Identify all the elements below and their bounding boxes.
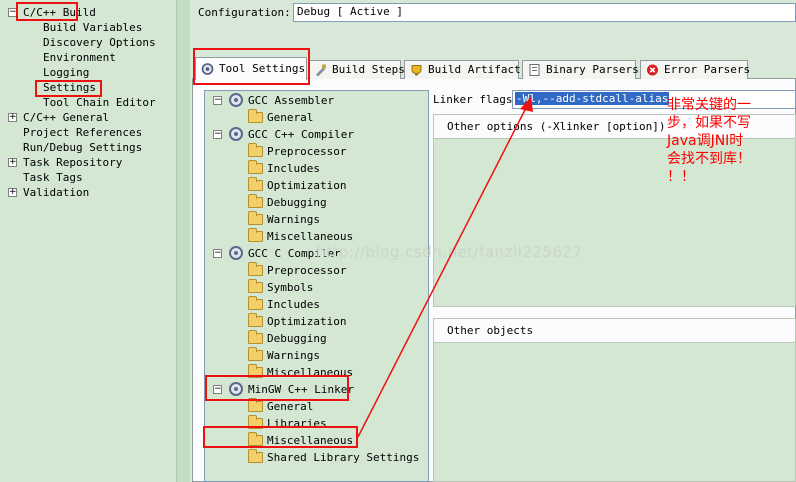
property-tree: − C/C++ Build Build Variables Discovery … (0, 0, 176, 482)
tool-option-miscellaneous[interactable]: Miscellaneous (267, 229, 353, 244)
panel-splitter[interactable] (176, 0, 190, 482)
tree-item-task-tags[interactable]: Task Tags (23, 170, 83, 185)
highlight-box-tool-settings (193, 48, 310, 85)
folder-icon (248, 194, 263, 208)
folder-icon (248, 228, 263, 242)
folder-icon (248, 109, 263, 123)
linker-flags-value: -Wl,--add-stdcall-alias (515, 92, 670, 105)
collapse-toggle-icon[interactable]: − (213, 130, 222, 139)
other-objects-group: Other objects (433, 318, 796, 482)
tree-item-run-debug-settings[interactable]: Run/Debug Settings (23, 140, 142, 155)
folder-icon (248, 262, 263, 276)
folder-icon (248, 177, 263, 191)
highlight-box-mingw-linker (205, 375, 349, 401)
other-objects-label: Other objects (434, 319, 795, 343)
linker-flags-label: Linker flags (433, 93, 513, 106)
tree-item-project-references[interactable]: Project References (23, 125, 142, 140)
tab-build-steps[interactable]: Build Steps (308, 60, 405, 79)
tool-gear-icon (229, 93, 243, 107)
folder-icon (248, 330, 263, 344)
build-steps-icon (316, 64, 326, 77)
tab-build-artifact[interactable]: Build Artifact (404, 60, 521, 79)
tree-item-environment[interactable]: Environment (43, 50, 116, 65)
tool-option-warnings[interactable]: Warnings (267, 348, 320, 363)
tool-option-optimization[interactable]: Optimization (267, 314, 346, 329)
collapse-toggle-icon[interactable]: − (213, 96, 222, 105)
tool-option-preprocessor[interactable]: Preprocessor (267, 144, 346, 159)
tool-option-symbols[interactable]: Symbols (267, 280, 313, 295)
tool-option-warnings[interactable]: Warnings (267, 212, 320, 227)
folder-icon (248, 160, 263, 174)
highlight-box-miscellaneous (203, 426, 358, 448)
tree-item-task-repository[interactable]: Task Repository (23, 155, 122, 170)
tool-option-general[interactable]: General (267, 399, 313, 414)
tree-item-build-variables[interactable]: Build Variables (43, 20, 142, 35)
annotation-note: 非常关键的一 步，如果不写 Java调JNI时 会找不到库！ ！！ (667, 97, 751, 185)
expand-toggle-icon[interactable]: + (8, 158, 17, 167)
tree-item-discovery-options[interactable]: Discovery Options (43, 35, 156, 50)
tree-item-logging[interactable]: Logging (43, 65, 89, 80)
build-artifact-icon (411, 65, 422, 76)
binary-parsers-icon (529, 64, 540, 76)
watermark: http://blog.csdn.net/fanzil225627 (316, 243, 583, 261)
configuration-select[interactable]: Debug [ Active ] (293, 3, 796, 22)
expand-toggle-icon[interactable]: + (8, 113, 17, 122)
folder-icon (248, 279, 263, 293)
folder-icon (248, 347, 263, 361)
folder-icon (248, 296, 263, 310)
tree-item-validation[interactable]: Validation (23, 185, 89, 200)
expand-toggle-icon[interactable]: + (8, 188, 17, 197)
error-parsers-icon (647, 64, 658, 76)
folder-icon (248, 398, 263, 412)
folder-icon (248, 211, 263, 225)
tab-binary-parsers[interactable]: Binary Parsers (522, 60, 639, 79)
tool-gcc-assembler[interactable]: GCC Assembler (248, 93, 334, 108)
tab-label: Binary Parsers (546, 63, 639, 76)
tool-option-debugging[interactable]: Debugging (267, 331, 327, 346)
tool-gear-icon (229, 127, 243, 141)
tab-label: Build Artifact (428, 63, 521, 76)
tab-label: Error Parsers (664, 63, 751, 76)
tab-label: Build Steps (332, 63, 405, 76)
folder-icon (248, 143, 263, 157)
configuration-label: Configuration: (198, 6, 291, 19)
tool-option-debugging[interactable]: Debugging (267, 195, 327, 210)
tool-option-general[interactable]: General (267, 110, 313, 125)
tool-gear-icon (229, 246, 243, 260)
tool-option-includes[interactable]: Includes (267, 297, 320, 312)
tab-error-parsers[interactable]: Error Parsers (640, 60, 751, 79)
collapse-toggle-icon[interactable]: − (213, 249, 222, 258)
tool-gcc-cpp-compiler[interactable]: GCC C++ Compiler (248, 127, 354, 142)
tool-option-shared-library-settings[interactable]: Shared Library Settings (267, 450, 419, 465)
tool-option-optimization[interactable]: Optimization (267, 178, 346, 193)
folder-icon (248, 313, 263, 327)
tool-option-preprocessor[interactable]: Preprocessor (267, 263, 346, 278)
tool-option-includes[interactable]: Includes (267, 161, 320, 176)
tree-item-cpp-general[interactable]: C/C++ General (23, 110, 109, 125)
highlight-box-cpp-build (16, 2, 78, 21)
folder-icon (248, 449, 263, 463)
highlight-box-settings (35, 80, 102, 97)
tree-item-tool-chain-editor[interactable]: Tool Chain Editor (43, 95, 156, 110)
